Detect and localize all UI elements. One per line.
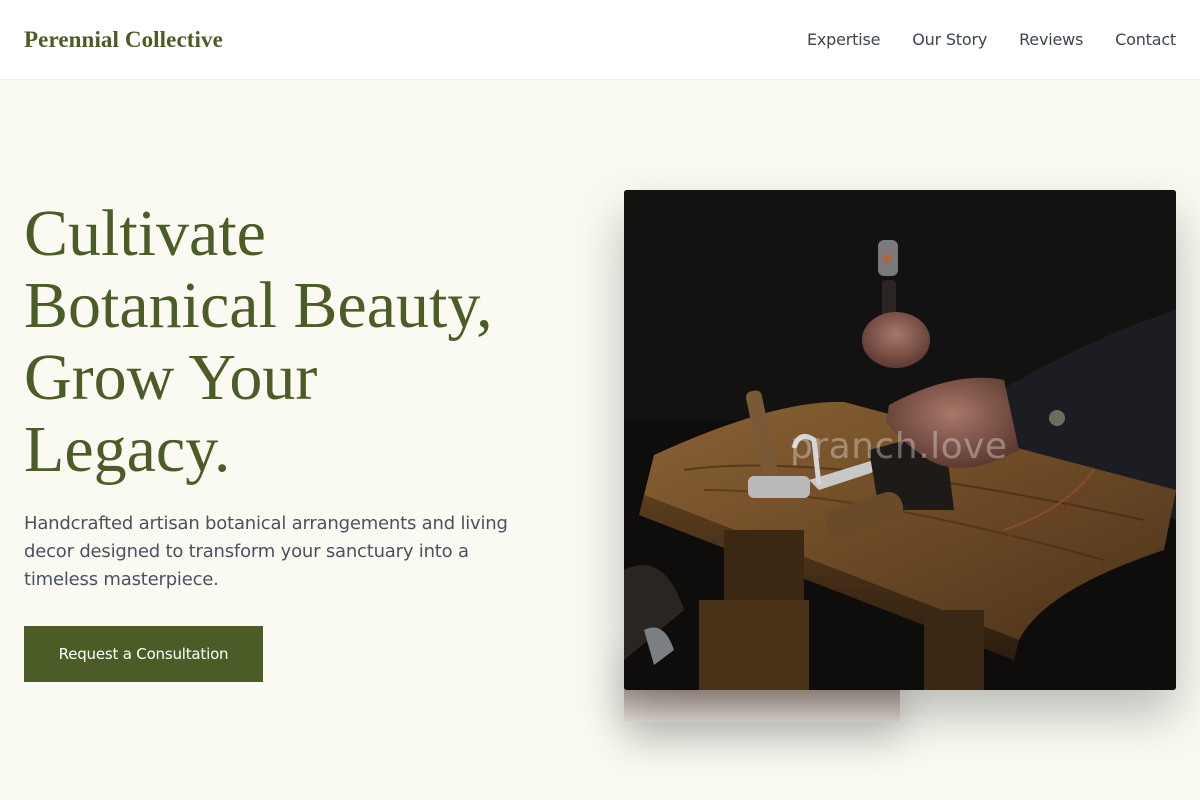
main-nav: Expertise Our Story Reviews Contact	[807, 30, 1176, 49]
hero-title-line: Grow Your	[24, 341, 318, 414]
site-header: Perennial Collective Expertise Our Story…	[0, 0, 1200, 80]
hero-title-line: Cultivate	[24, 197, 266, 270]
nav-link-expertise[interactable]: Expertise	[807, 30, 880, 49]
hero-title-line: Legacy.	[24, 413, 231, 486]
hero-title: Cultivate Botanical Beauty, Grow Your Le…	[24, 198, 584, 486]
brand-logo[interactable]: Perennial Collective	[24, 27, 223, 53]
request-consultation-button[interactable]: Request a Consultation	[24, 626, 263, 682]
hero-image: pranch.love	[624, 190, 1176, 690]
nav-link-reviews[interactable]: Reviews	[1019, 30, 1083, 49]
nav-link-contact[interactable]: Contact	[1115, 30, 1176, 49]
hero-subtitle: Handcrafted artisan botanical arrangemen…	[24, 513, 508, 590]
image-watermark: pranch.love	[790, 426, 1008, 467]
nav-link-our-story[interactable]: Our Story	[912, 30, 987, 49]
hero-title-line: Botanical Beauty,	[24, 269, 493, 342]
